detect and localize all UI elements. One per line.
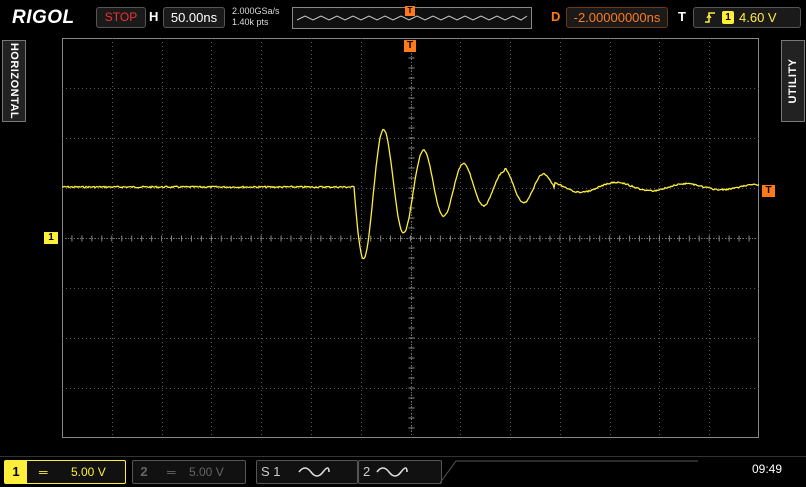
ch2-coupling-icon: ═ xyxy=(167,465,176,479)
utility-tab-label: UTILITY xyxy=(787,58,799,104)
acquisition-info: 2.000GSa/s 1.40k pts xyxy=(232,6,280,28)
delay-label: D xyxy=(551,9,561,24)
math-2-label: 2 xyxy=(363,464,371,479)
math-slot-s1[interactable]: S 1 xyxy=(256,460,358,484)
timebase-field[interactable]: 50.00ns xyxy=(163,7,225,28)
ch1-coupling-icon: ═ xyxy=(39,465,48,479)
graticule xyxy=(62,38,759,438)
ch2-settings[interactable]: 2 ═ 5.00 V xyxy=(132,460,246,484)
rising-edge-icon xyxy=(705,12,715,23)
ch1-number: 1 xyxy=(5,461,27,483)
trigger-setting[interactable]: 1 4.60 V xyxy=(693,7,801,28)
sample-rate: 2.000GSa/s xyxy=(232,6,280,16)
ch2-scale: 5.00 V xyxy=(189,465,224,479)
ch1-scale: 5.00 V xyxy=(71,465,106,479)
trigger-label: T xyxy=(678,9,686,24)
delay-field[interactable]: -2.00000000ns xyxy=(566,7,668,28)
math-s-label: S 1 xyxy=(261,464,281,479)
waveform-display[interactable] xyxy=(62,38,759,438)
utility-tab[interactable]: UTILITY xyxy=(781,40,805,122)
sine-wave-icon xyxy=(376,467,408,477)
channel-bar: 1 ═ 5.00 V 2 ═ 5.00 V S 1 2 xyxy=(0,456,806,487)
horizontal-tab-label: HORIZONTAL xyxy=(8,42,20,120)
memory-trigger-marker: T xyxy=(405,6,415,16)
ch1-ground-marker[interactable]: 1 xyxy=(44,232,58,244)
run-stop-status[interactable]: STOP xyxy=(96,7,146,28)
ch2-number: 2 xyxy=(140,464,148,479)
bar-divider xyxy=(440,460,698,484)
trigger-source-badge: 1 xyxy=(722,11,734,24)
top-status-bar: RIGOL STOP H 50.00ns 2.000GSa/s 1.40k pt… xyxy=(0,0,806,34)
trigger-level-value: 4.60 V xyxy=(739,10,777,25)
trigger-position-marker[interactable]: T xyxy=(404,40,416,52)
ch1-settings[interactable]: 1 ═ 5.00 V xyxy=(4,460,126,484)
math-slot-2[interactable]: 2 xyxy=(358,460,442,484)
horizontal-label: H xyxy=(149,9,159,24)
memory-overview: T xyxy=(292,6,532,29)
sine-wave-icon xyxy=(298,467,330,477)
trigger-level-marker[interactable]: T xyxy=(762,185,775,197)
horizontal-tab[interactable]: HORIZONTAL xyxy=(2,40,26,122)
brand-logo: RIGOL xyxy=(12,7,75,28)
memory-points: 1.40k pts xyxy=(232,17,269,27)
clock: 09:49 xyxy=(752,462,783,476)
